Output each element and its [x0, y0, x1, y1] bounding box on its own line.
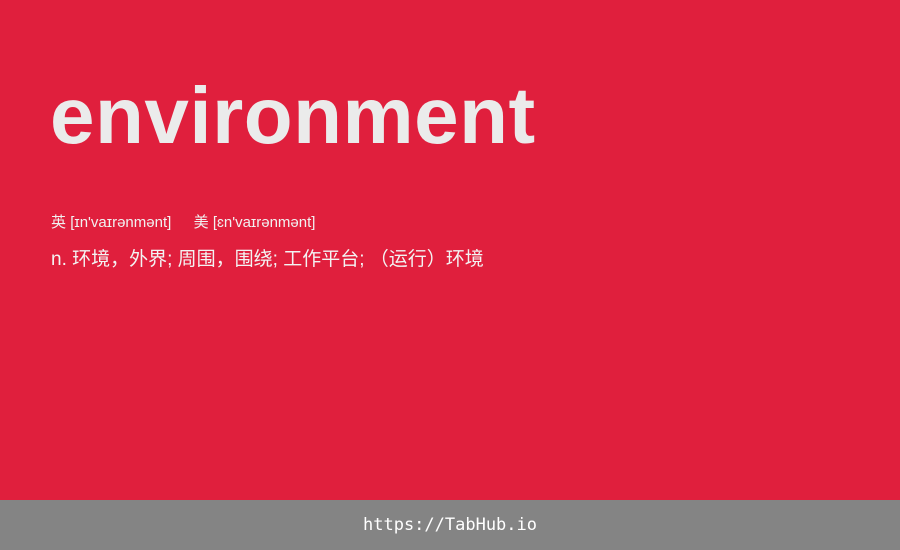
uk-phonetic: [ɪn'vaɪrənmənt]: [70, 214, 172, 231]
us-phonetic: [ɛn'vaɪrənmənt]: [212, 214, 316, 231]
word-card: environment 英 [ɪn'vaɪrənmənt] 美 [ɛn'vaɪr…: [0, 0, 900, 500]
footer-bar: https://TabHub.io: [0, 500, 900, 550]
us-label: 美: [193, 214, 209, 231]
tabhub-link[interactable]: https://TabHub.io: [363, 515, 537, 535]
phonetics-row: 英 [ɪn'vaɪrənmənt] 美 [ɛn'vaɪrənmənt]: [51, 212, 315, 234]
uk-label: 英: [51, 214, 67, 231]
headword: environment: [50, 71, 536, 160]
definition-text: n. 环境，外界; 周围，围绕; 工作平台; （运行）环境: [51, 249, 484, 270]
